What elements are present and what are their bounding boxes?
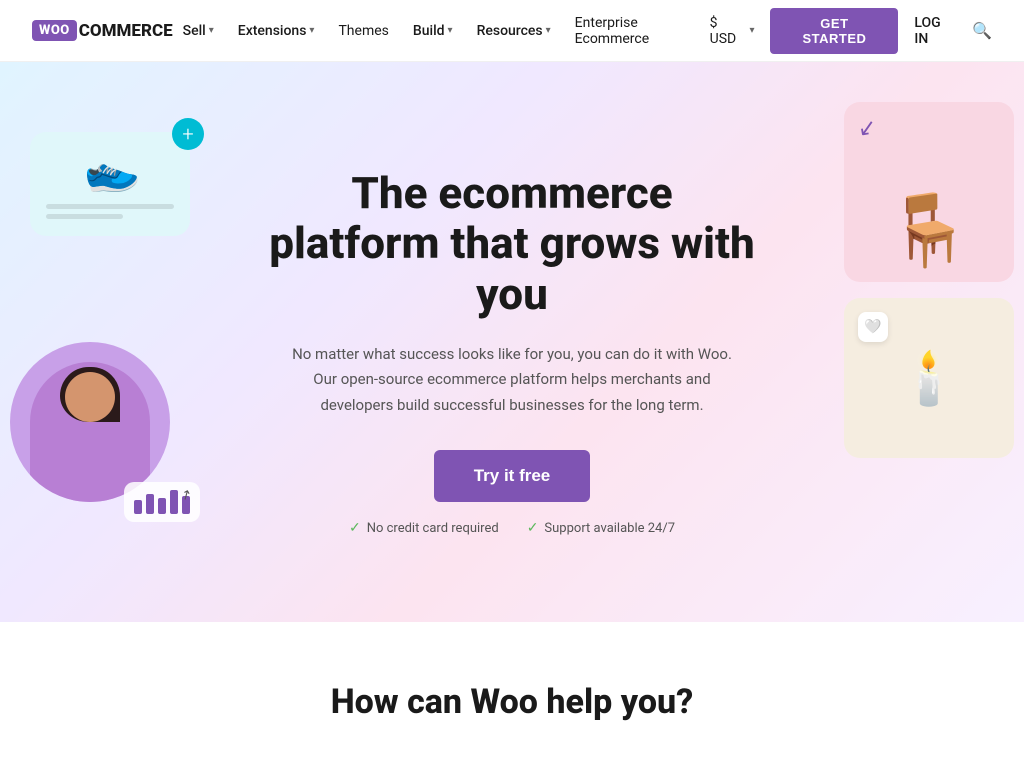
nav-right: $ USD ▾ GET STARTED LOG IN 🔍 <box>710 8 992 54</box>
check-icon-1: ✓ <box>349 520 361 536</box>
chair-image: 🪑 <box>885 190 972 272</box>
woman-decoration: ↗ <box>10 342 180 542</box>
get-started-button[interactable]: GET STARTED <box>770 8 898 54</box>
arrow-icon: ↗ <box>178 486 195 504</box>
nav-extensions[interactable]: Extensions ▾ <box>228 17 325 45</box>
candle-image: 🕯️ <box>897 348 962 409</box>
candle-card: 🤍 🕯️ <box>844 298 1014 458</box>
feature-no-credit-card: ✓ No credit card required <box>349 520 499 536</box>
shoe-line-1 <box>46 204 174 209</box>
shoe-lines <box>46 204 174 224</box>
commerce-logo: COMMERCE <box>79 21 173 41</box>
arrow-decoration: ↙ <box>856 115 878 143</box>
hero-content: The ecommerce platform that grows with y… <box>242 108 782 576</box>
bottom-title: How can Woo help you? <box>20 682 1004 722</box>
nav-links: Sell ▾ Extensions ▾ Themes Build ▾ Resou… <box>173 9 710 53</box>
hero-features: ✓ No credit card required ✓ Support avai… <box>262 520 762 536</box>
chart-bar-4 <box>170 490 178 514</box>
deco-left: + 👟 ↗ <box>0 122 240 236</box>
login-link[interactable]: LOG IN <box>914 15 956 47</box>
hero-title: The ecommerce platform that grows with y… <box>262 168 762 320</box>
deco-right: ↙ 🪑 🤍 🕯️ <box>824 102 1024 458</box>
chart-bar-1 <box>134 500 142 514</box>
heart-icon: 🤍 <box>858 312 888 342</box>
shoe-line-2 <box>46 214 123 219</box>
bottom-section: How can Woo help you? <box>0 622 1024 762</box>
chevron-down-icon: ▾ <box>749 25 754 36</box>
chevron-down-icon: ▾ <box>209 25 214 36</box>
feature-support: ✓ Support available 24/7 <box>527 520 675 536</box>
chart-bar-3 <box>158 498 166 514</box>
woman-head <box>65 372 115 422</box>
check-icon-2: ✓ <box>527 520 539 536</box>
logo[interactable]: WOO COMMERCE <box>32 20 173 41</box>
woman-circle <box>10 342 170 502</box>
chart-bar-2 <box>146 494 154 514</box>
chevron-down-icon: ▾ <box>309 25 314 36</box>
woo-logo[interactable]: WOO <box>32 20 77 41</box>
plus-icon: + <box>172 118 204 150</box>
hero-section: + 👟 ↗ <box>0 62 1024 622</box>
chevron-down-icon: ▾ <box>448 25 453 36</box>
nav-themes[interactable]: Themes <box>328 17 398 45</box>
chart-badge: ↗ <box>124 482 200 522</box>
nav-enterprise[interactable]: Enterprise Ecommerce <box>565 9 710 53</box>
nav-sell[interactable]: Sell ▾ <box>173 17 224 45</box>
navbar: WOO COMMERCE Sell ▾ Extensions ▾ Themes … <box>0 0 1024 62</box>
shoe-image: 👟 <box>77 138 143 202</box>
search-icon[interactable]: 🔍 <box>972 21 992 40</box>
chevron-down-icon: ▾ <box>546 25 551 36</box>
woman-body <box>30 362 150 502</box>
shoe-card: + 👟 <box>30 132 190 236</box>
hero-description: No matter what success looks like for yo… <box>282 342 742 419</box>
nav-build[interactable]: Build ▾ <box>403 17 463 45</box>
currency-selector[interactable]: $ USD ▾ <box>710 15 755 47</box>
nav-resources[interactable]: Resources ▾ <box>467 17 561 45</box>
try-free-button[interactable]: Try it free <box>434 450 591 502</box>
chair-card: ↙ 🪑 <box>844 102 1014 282</box>
